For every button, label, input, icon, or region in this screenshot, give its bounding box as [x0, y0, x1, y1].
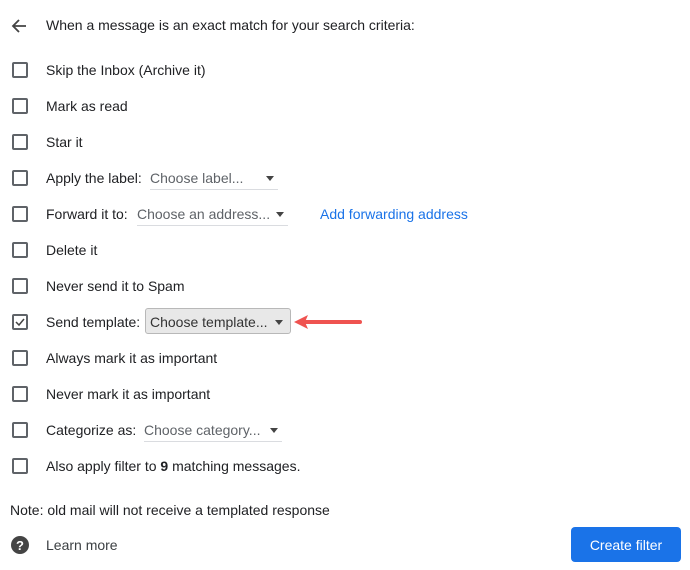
check-icon [15, 318, 25, 327]
template-select[interactable]: Choose template... [145, 308, 291, 334]
address-dropdown[interactable]: Choose an address... [137, 203, 288, 226]
option-apply-label[interactable]: Apply the label: Choose label... [0, 160, 690, 196]
checkbox[interactable] [12, 278, 28, 294]
option-send-template[interactable]: Send template: Choose template... [0, 304, 690, 340]
checkbox[interactable] [12, 134, 28, 150]
checkbox[interactable] [12, 350, 28, 366]
checkbox[interactable] [12, 98, 28, 114]
checkbox[interactable] [12, 422, 28, 438]
option-never-important[interactable]: Never mark it as important [0, 376, 690, 412]
checkbox-checked[interactable] [12, 314, 28, 330]
category-dropdown[interactable]: Choose category... [144, 419, 282, 442]
option-apply-existing[interactable]: Also apply filter to 9 matching messages… [0, 448, 690, 484]
option-skip-inbox[interactable]: Skip the Inbox (Archive it) [0, 52, 690, 88]
option-delete[interactable]: Delete it [0, 232, 690, 268]
caret-down-icon [276, 211, 284, 217]
caret-down-icon [270, 427, 278, 433]
checkbox[interactable] [12, 242, 28, 258]
option-mark-read[interactable]: Mark as read [0, 88, 690, 124]
option-always-important[interactable]: Always mark it as important [0, 340, 690, 376]
note-text: Note: old mail will not receive a templa… [10, 502, 330, 518]
arrow-left-icon[interactable] [10, 17, 28, 35]
header-title: When a message is an exact match for you… [46, 17, 415, 33]
checkbox[interactable] [12, 386, 28, 402]
learn-more-link[interactable]: Learn more [46, 537, 118, 553]
option-forward[interactable]: Forward it to: Choose an address... Add … [0, 196, 690, 232]
option-star[interactable]: Star it [0, 124, 690, 160]
caret-down-icon [275, 320, 283, 325]
checkbox[interactable] [12, 62, 28, 78]
caret-down-icon [266, 175, 274, 181]
checkbox[interactable] [12, 458, 28, 474]
option-categorize[interactable]: Categorize as: Choose category... [0, 412, 690, 448]
svg-text:?: ? [16, 538, 24, 553]
option-never-spam[interactable]: Never send it to Spam [0, 268, 690, 304]
label-dropdown[interactable]: Choose label... [150, 167, 278, 190]
red-arrow-annotation-icon [294, 315, 362, 329]
checkbox[interactable] [12, 170, 28, 186]
checkbox[interactable] [12, 206, 28, 222]
help-icon[interactable]: ? [10, 535, 30, 555]
add-forwarding-address-link[interactable]: Add forwarding address [320, 206, 468, 222]
create-filter-button[interactable]: Create filter [571, 527, 681, 562]
